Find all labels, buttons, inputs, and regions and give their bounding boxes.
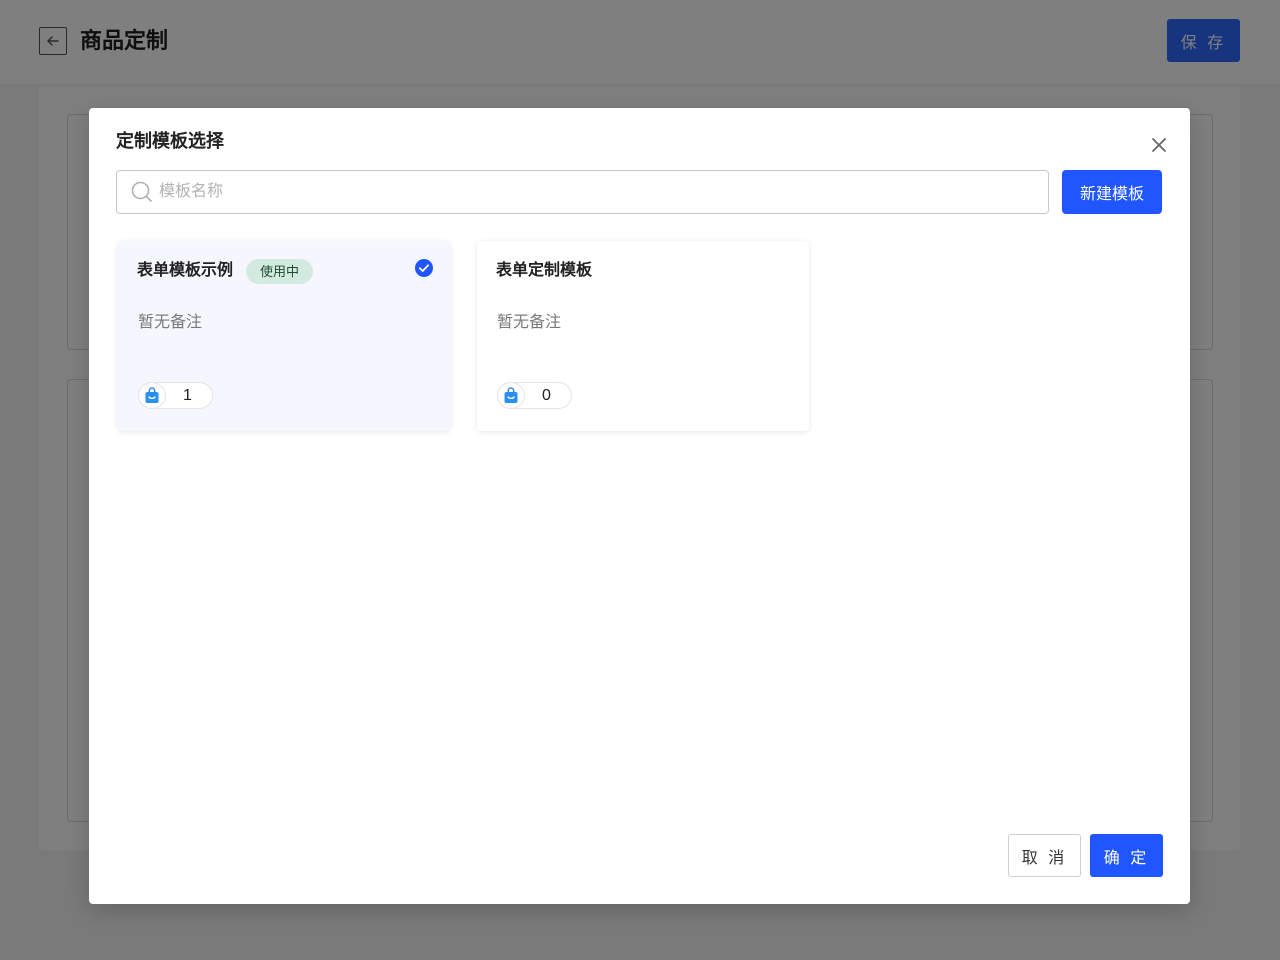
product-count: 0 [497,382,572,409]
search-icon [131,181,152,202]
template-name: 表单模板示例 [137,262,234,279]
close-button[interactable] [1147,133,1171,157]
search-box[interactable] [116,170,1049,214]
shopping-bag-icon [497,382,525,409]
cancel-button[interactable]: 取 消 [1008,834,1081,877]
product-count-value: 0 [542,387,551,404]
search-input[interactable] [159,172,1039,212]
confirm-button[interactable]: 确 定 [1090,834,1163,877]
template-select-modal: 定制模板选择 新建模板 表单模板示例 使用中 暂无备注 [89,108,1190,904]
product-count: 1 [138,382,213,409]
template-note: 暂无备注 [497,314,562,331]
shopping-bag-icon [138,382,166,409]
template-note: 暂无备注 [138,314,203,331]
close-icon [1152,138,1166,152]
modal-title: 定制模板选择 [116,131,224,151]
template-card[interactable]: 表单定制模板 暂无备注 0 [477,241,809,431]
template-name: 表单定制模板 [496,262,593,279]
check-circle-icon [415,259,433,277]
template-card[interactable]: 表单模板示例 使用中 暂无备注 1 [118,241,450,431]
product-count-value: 1 [183,387,192,404]
in-use-badge: 使用中 [246,259,314,284]
new-template-button[interactable]: 新建模板 [1062,170,1162,214]
